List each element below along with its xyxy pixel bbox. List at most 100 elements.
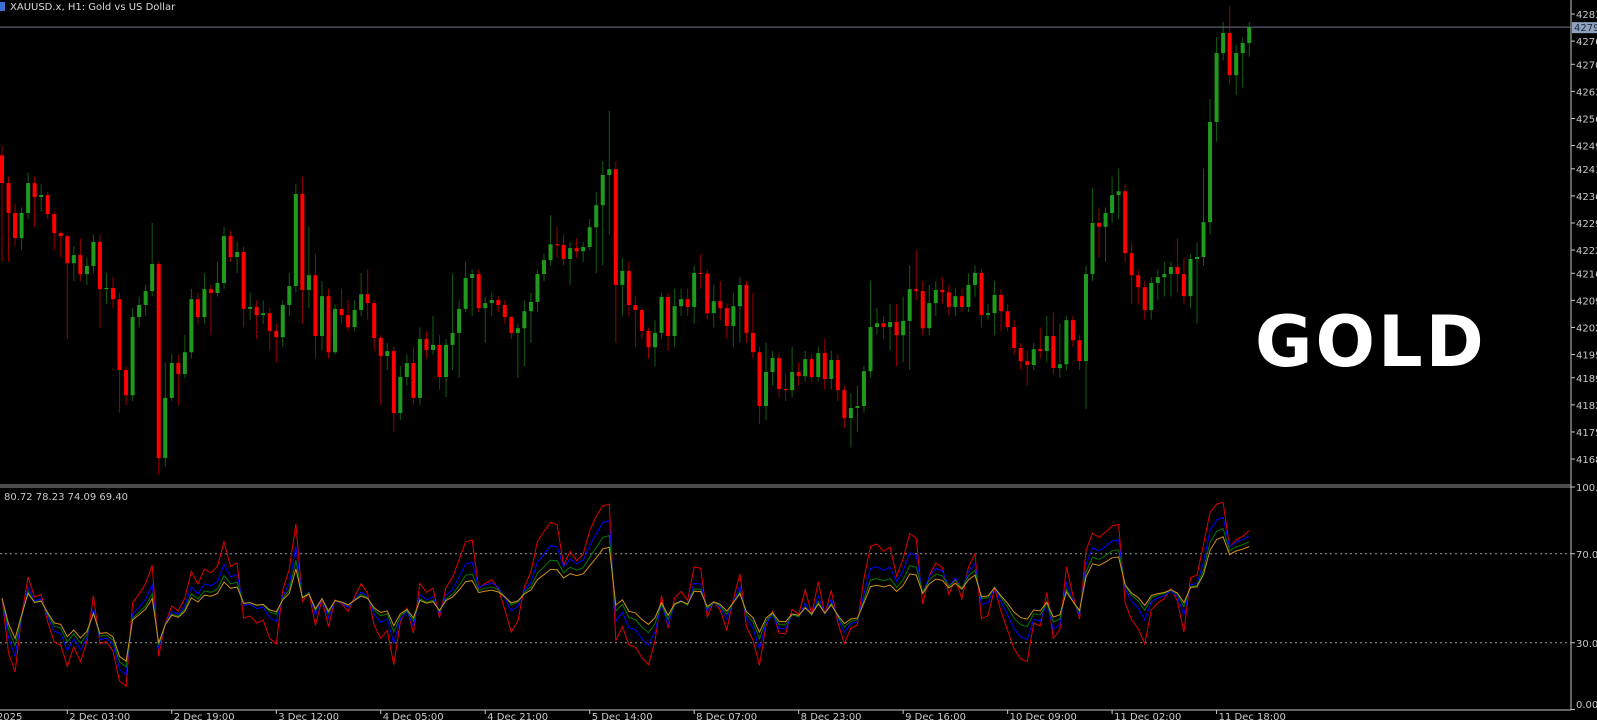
candle-body — [1142, 287, 1147, 311]
candle — [1031, 342, 1036, 371]
candle-body — [894, 322, 899, 336]
candle-body — [718, 301, 723, 309]
candle-body — [104, 287, 109, 290]
candle — [339, 288, 344, 324]
candle-body — [502, 305, 507, 318]
candle-body — [130, 317, 135, 396]
candle — [444, 339, 449, 398]
candle-body — [750, 332, 755, 353]
candle — [26, 172, 31, 220]
candle — [1149, 277, 1154, 320]
candle-body — [280, 305, 285, 338]
candle-body — [97, 241, 102, 290]
candle — [822, 339, 827, 390]
candle — [124, 366, 129, 405]
price-pane[interactable]: GOLD — [0, 6, 1571, 475]
candle-body — [568, 248, 573, 259]
candle — [489, 292, 494, 316]
candle-body — [1149, 282, 1154, 311]
time-tick-label: 3 Dec 12:00 — [278, 712, 339, 720]
candle-body — [972, 272, 977, 285]
candle-body — [13, 212, 18, 239]
candle-body — [953, 296, 958, 307]
candle-body — [71, 255, 76, 264]
candle-body — [626, 270, 631, 306]
price-tick-label: 4229 — [1576, 219, 1597, 230]
candle — [959, 288, 964, 312]
candle-body — [790, 371, 795, 391]
candle — [1018, 342, 1023, 371]
candle-body — [430, 344, 435, 350]
candle — [790, 346, 795, 398]
time-tick-label: 1 Dec 2025 — [0, 712, 22, 720]
candle-body — [1188, 258, 1193, 297]
candle-body — [881, 323, 886, 328]
candle-body — [653, 332, 657, 348]
candle-body — [535, 274, 540, 302]
candle — [783, 373, 788, 401]
candle — [1214, 37, 1219, 142]
candle — [1057, 323, 1062, 378]
chart-window[interactable]: GOLD XAUUSD.x, H1: Gold vs US Dollar 80.… — [0, 0, 1597, 720]
candle-body — [855, 406, 860, 408]
candle — [274, 323, 279, 363]
candle-body — [417, 339, 422, 398]
candle — [848, 393, 853, 448]
candle-body — [1227, 32, 1232, 76]
candle — [97, 234, 102, 328]
time-tick-label: 5 Dec 14:00 — [592, 712, 653, 720]
candle-body — [293, 193, 298, 287]
price-tick-label: 4222 — [1576, 246, 1597, 257]
candle-body — [176, 363, 181, 374]
candle-body — [306, 275, 311, 290]
candle-body — [326, 296, 331, 353]
candle — [1162, 261, 1167, 297]
candle — [607, 110, 612, 235]
candle-body — [986, 313, 991, 316]
chart-title: XAUUSD.x, H1: Gold vs US Dollar — [10, 2, 176, 13]
price-axis[interactable]: 4283 4276 4270 4263 4256 4249 4243 4236 4229 4222… — [1571, 10, 1597, 466]
candle — [639, 308, 644, 340]
indicator-tick-label: 100.00 — [1576, 483, 1597, 494]
candle — [261, 300, 266, 324]
candle-body — [888, 322, 893, 328]
candle — [1005, 304, 1010, 332]
indicator-tick-label: 70.00 — [1576, 550, 1597, 561]
candle — [1181, 257, 1186, 305]
price-tick-label: 4182 — [1576, 401, 1597, 412]
candle — [946, 284, 951, 316]
candle-body — [150, 264, 155, 292]
gold-watermark: GOLD — [1255, 301, 1487, 383]
time-tick-label: 2 Dec 19:00 — [174, 712, 235, 720]
indicator-axis[interactable]: 100.00 70.00 30.00 0.00 — [1571, 483, 1597, 711]
candle-body — [58, 233, 63, 237]
candle-body — [666, 296, 671, 336]
candle-body — [39, 195, 44, 198]
candle — [646, 327, 651, 359]
candle — [502, 300, 507, 324]
candle-body — [124, 370, 129, 396]
candle-body — [1070, 320, 1075, 341]
candle-body — [372, 303, 377, 338]
indicator-line-3 — [1, 527, 1250, 668]
candle-body — [1247, 27, 1252, 44]
candle-body — [796, 371, 801, 377]
candle — [999, 288, 1004, 332]
candle-body — [901, 320, 906, 336]
candle — [1083, 265, 1088, 409]
candle — [829, 350, 834, 390]
candle — [195, 292, 200, 324]
candle-body — [117, 299, 122, 371]
candle — [901, 296, 906, 363]
candle — [724, 304, 729, 340]
candle — [855, 385, 860, 432]
candle-body — [1168, 267, 1173, 275]
candle — [633, 296, 638, 347]
time-axis[interactable]: 1 Dec 2025 2 Dec 03:00 2 Dec 19:00 3 Dec 12… — [0, 710, 1286, 720]
indicator-pane[interactable]: 80.72 78.23 74.09 69.40 — [0, 492, 1571, 688]
candle — [333, 304, 338, 355]
candle — [267, 308, 272, 351]
candle — [1044, 315, 1049, 363]
candle — [548, 215, 553, 266]
candle — [587, 219, 592, 251]
